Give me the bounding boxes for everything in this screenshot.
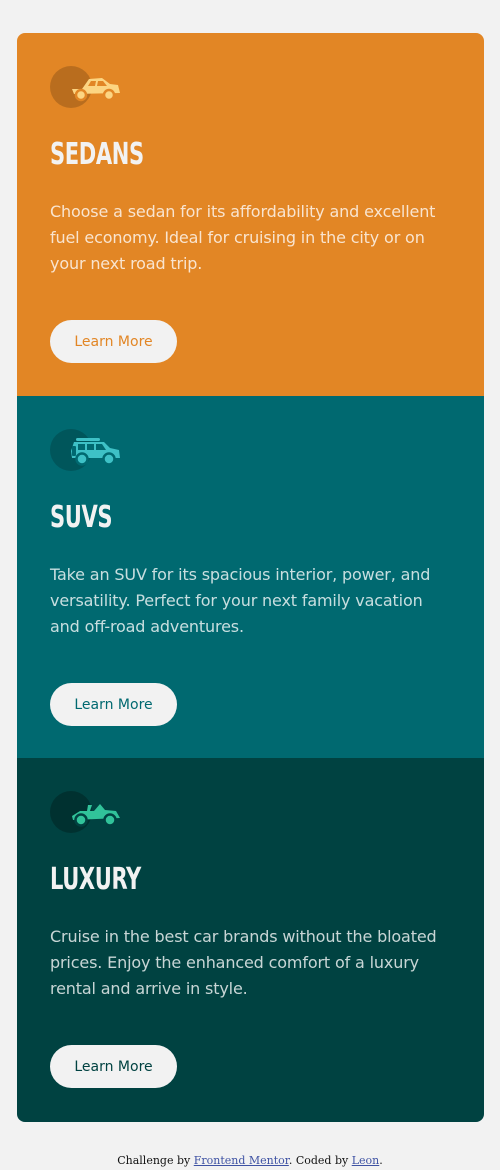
attribution-suffix: . (379, 1154, 383, 1167)
learn-more-button[interactable]: Learn More (50, 683, 177, 726)
card-description: Choose a sedan for its affordability and… (50, 202, 436, 273)
learn-more-button[interactable]: Learn More (50, 1045, 177, 1088)
learn-more-button[interactable]: Learn More (50, 320, 177, 363)
card-title: LUXURY (50, 862, 141, 897)
card-suvs: SUVS Take an SUV for its spacious interi… (17, 396, 484, 758)
frontend-mentor-link[interactable]: Frontend Mentor (194, 1154, 289, 1167)
author-link[interactable]: Leon (352, 1154, 380, 1167)
sedan-car-icon (50, 65, 130, 113)
cards-container: SEDANS Choose a sedan for its affordabil… (17, 33, 484, 1122)
card-title: SUVS (50, 500, 113, 535)
card-luxury: LUXURY Cruise in the best car brands wit… (17, 758, 484, 1122)
suv-car-icon (50, 428, 130, 476)
attribution-prefix: Challenge by (117, 1154, 194, 1167)
card-title: SEDANS (50, 137, 144, 172)
card-sedans: SEDANS Choose a sedan for its affordabil… (17, 33, 484, 396)
card-description: Take an SUV for its spacious interior, p… (50, 565, 431, 636)
luxury-car-icon (50, 790, 130, 838)
attribution-middle: . Coded by (288, 1154, 352, 1167)
attribution: Challenge by Frontend Mentor. Coded by L… (0, 1154, 500, 1167)
card-description: Cruise in the best car brands without th… (50, 927, 437, 998)
